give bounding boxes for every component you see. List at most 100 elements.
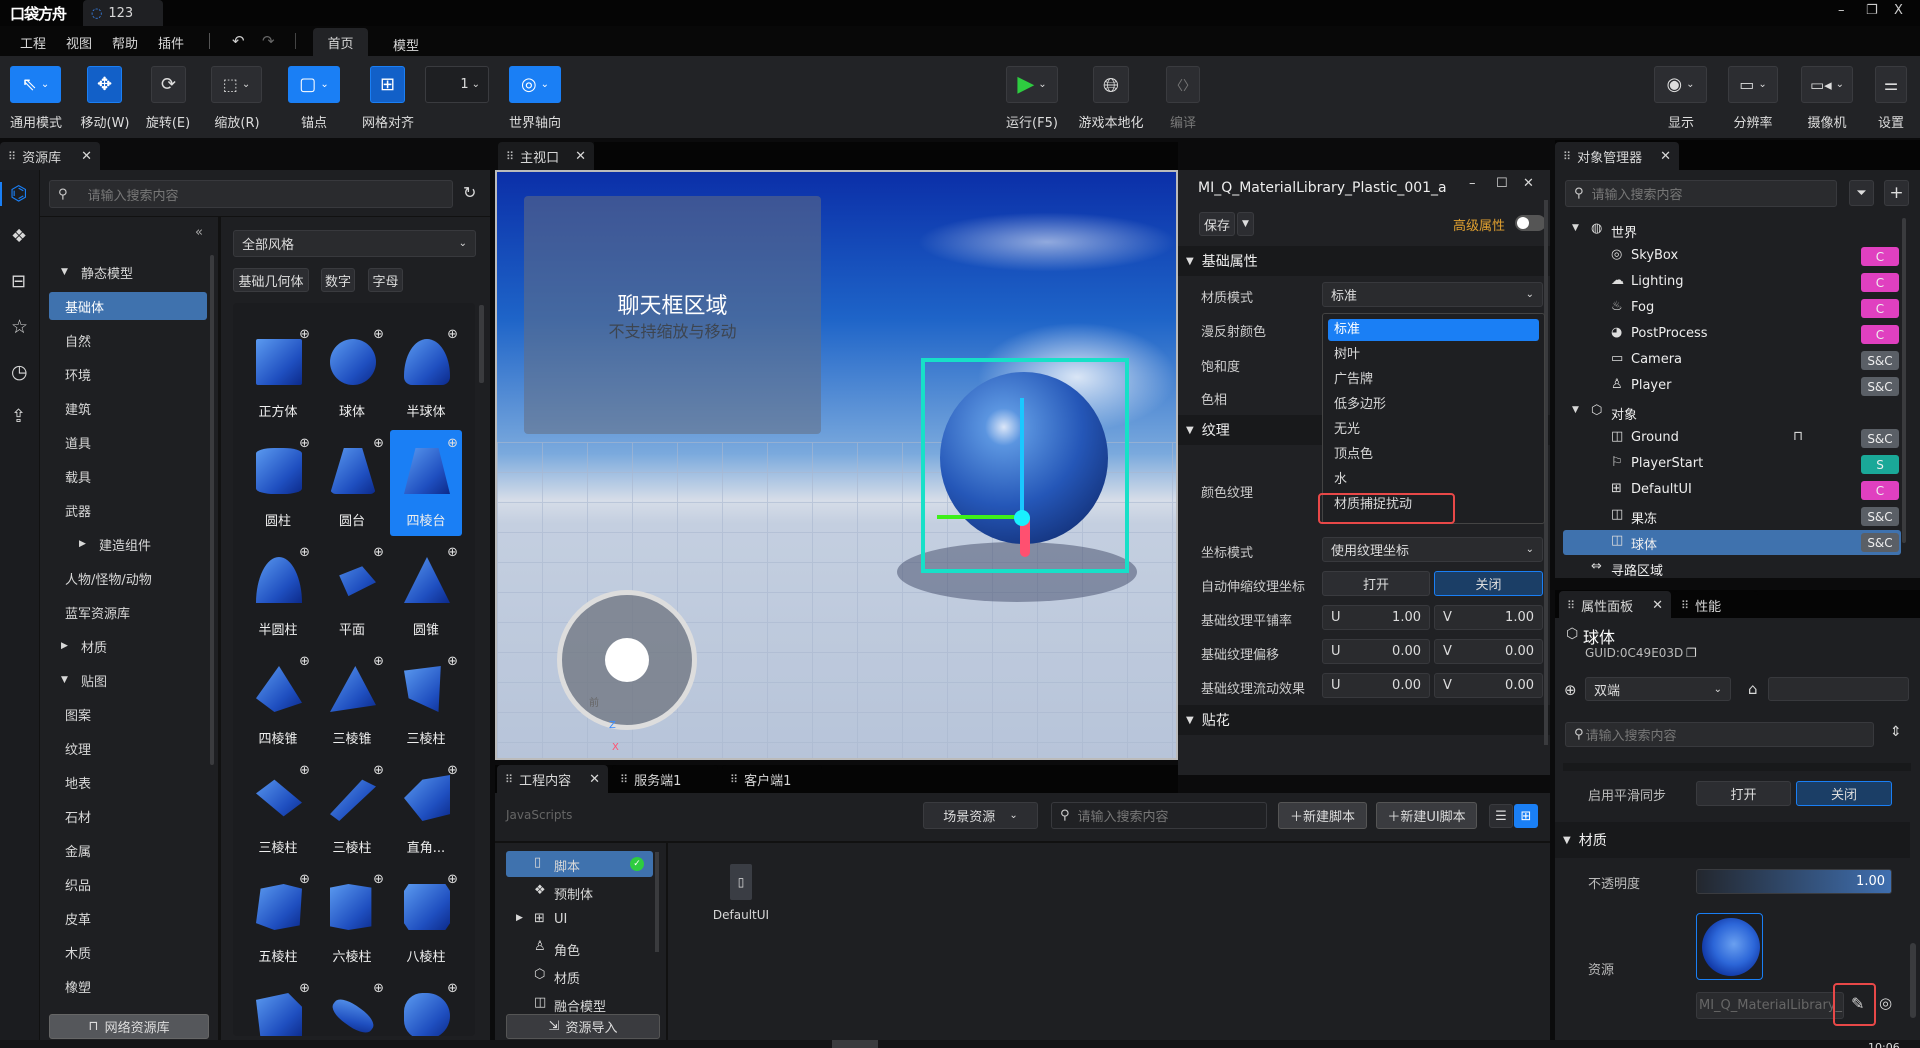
- close-icon[interactable]: ✕: [1523, 176, 1534, 191]
- asset-item[interactable]: ⊕ 直角...: [390, 757, 462, 863]
- zoom-in-icon[interactable]: ⊕: [299, 981, 310, 996]
- tab-main-viewport[interactable]: ⠿ 主视口 ✕: [498, 142, 594, 170]
- object-scrollbar[interactable]: [1902, 218, 1906, 543]
- category-UI[interactable]: ▶ ⊞ UI: [506, 907, 653, 933]
- project-tab[interactable]: ◌ 123: [83, 0, 163, 26]
- dropdown-option[interactable]: 低多边形: [1328, 394, 1539, 416]
- zoom-in-icon[interactable]: ⊕: [373, 327, 384, 342]
- dropdown-option[interactable]: 水: [1328, 469, 1539, 491]
- tree-item-皮革[interactable]: 皮革: [49, 904, 207, 932]
- tab-home[interactable]: 首页: [313, 28, 368, 56]
- drag-handle-icon[interactable]: ⠿: [1563, 150, 1571, 163]
- tree-item-地表[interactable]: 地表: [49, 768, 207, 796]
- dropdown-option[interactable]: 广告牌: [1328, 369, 1539, 391]
- asset-item[interactable]: ⊕ 平面: [316, 539, 388, 645]
- display-button[interactable]: ◉ ⌄: [1654, 66, 1707, 103]
- settings-button[interactable]: ⚌: [1875, 66, 1907, 103]
- zoom-in-icon[interactable]: ⊕: [447, 436, 458, 451]
- grid-snap-button[interactable]: ⊞: [370, 66, 405, 103]
- object-item-Ground[interactable]: ◫ Ground ⊓ S&C: [1563, 426, 1901, 451]
- split-divider[interactable]: [218, 216, 221, 1040]
- zoom-in-icon[interactable]: ⊕: [373, 654, 384, 669]
- file-item[interactable]: ▯ DefaultUI: [713, 858, 769, 938]
- add-object-button[interactable]: +: [1884, 180, 1909, 206]
- general-mode-button[interactable]: ⇖ ⌄: [10, 66, 61, 103]
- object-item-对象[interactable]: ▼ ⬡ 对象: [1563, 400, 1901, 425]
- asset-item[interactable]: ⊕ 圆锥: [390, 539, 462, 645]
- zoom-in-icon[interactable]: ⊕: [299, 763, 310, 778]
- collapse-all-icon[interactable]: ⇕: [1890, 724, 1902, 740]
- category-scrollbar[interactable]: [655, 852, 659, 952]
- zoom-in-icon[interactable]: ⊕: [447, 327, 458, 342]
- gizmo-x-axis[interactable]: [937, 515, 1023, 519]
- offset-u-input[interactable]: U 0.00: [1322, 639, 1430, 664]
- chip-basic-geometry[interactable]: 基础几何体: [233, 268, 309, 292]
- tree-item-人物/怪物/动物[interactable]: 人物/怪物/动物: [49, 564, 207, 592]
- save-options-dropdown[interactable]: ▼: [1237, 212, 1254, 236]
- category-材质[interactable]: ⬡ 材质: [506, 963, 653, 989]
- object-item-Fog[interactable]: ♨ Fog C: [1563, 296, 1901, 321]
- asset-item[interactable]: ⊕ 正方体: [242, 321, 314, 427]
- dropdown-option[interactable]: 树叶: [1328, 344, 1539, 366]
- tab-project-content[interactable]: ⠿ 工程内容 ✕: [497, 765, 608, 793]
- tab-object-manager[interactable]: ⠿ 对象管理器 ✕: [1555, 142, 1679, 170]
- menu-item-project[interactable]: 工程: [20, 33, 46, 52]
- tiling-v-input[interactable]: V 1.00: [1434, 605, 1543, 630]
- tree-item-橡塑[interactable]: 橡塑: [49, 972, 207, 1000]
- minimize-icon[interactable]: –: [1469, 176, 1476, 191]
- smooth-sync-off-button[interactable]: 关闭: [1796, 781, 1892, 806]
- asset-item[interactable]: ⊕ 四棱锥: [242, 648, 314, 754]
- auto-scale-off-button[interactable]: 关闭: [1434, 571, 1543, 596]
- asset-item[interactable]: ⊕: [242, 975, 314, 1036]
- opacity-slider[interactable]: 1.00: [1696, 869, 1892, 894]
- tree-item-建造组件[interactable]: ▶ 建造组件: [49, 530, 207, 558]
- menu-item-help[interactable]: 帮助: [112, 33, 138, 52]
- drag-handle-icon[interactable]: ⠿: [506, 150, 514, 163]
- zoom-in-icon[interactable]: ⊕: [373, 763, 384, 778]
- zoom-in-icon[interactable]: ⊕: [373, 436, 384, 451]
- advanced-toggle[interactable]: [1515, 215, 1546, 231]
- section-basic[interactable]: ▼ 基础属性: [1178, 246, 1550, 276]
- filter-button[interactable]: ⏷: [1849, 180, 1874, 206]
- object-item-世界[interactable]: ▼ ◍ 世界: [1563, 218, 1901, 243]
- drag-handle-icon[interactable]: ⠿: [620, 773, 628, 786]
- dropdown-option[interactable]: 标准: [1328, 319, 1539, 341]
- tree-item-道具[interactable]: 道具: [49, 428, 207, 456]
- asset-item[interactable]: ⊕ 五棱柱: [242, 866, 314, 972]
- tree-item-贴图[interactable]: ▼ 贴图: [49, 666, 207, 694]
- offset-v-input[interactable]: V 0.00: [1434, 639, 1543, 664]
- list-view-button[interactable]: ☰: [1489, 804, 1513, 828]
- zoom-in-icon[interactable]: ⊕: [299, 872, 310, 887]
- asset-item[interactable]: ⊕ 三棱柱: [316, 757, 388, 863]
- shapes-icon[interactable]: ⌬: [10, 181, 27, 205]
- tree-item-材质[interactable]: ▶ 材质: [49, 632, 207, 660]
- zoom-in-icon[interactable]: ⊕: [299, 436, 310, 451]
- maximize-icon[interactable]: ☐: [1496, 176, 1508, 191]
- object-item-Camera[interactable]: ▭ Camera S&C: [1563, 348, 1901, 373]
- object-item-球体[interactable]: ◫ 球体 S&C: [1563, 530, 1901, 555]
- zoom-in-icon[interactable]: ⊕: [299, 327, 310, 342]
- menu-item-plugins[interactable]: 插件: [158, 33, 184, 52]
- tree-item-石材[interactable]: 石材: [49, 802, 207, 830]
- gizmo-center[interactable]: [1014, 510, 1030, 526]
- properties-scrollbar[interactable]: [1910, 943, 1916, 1018]
- close-window-button[interactable]: X: [1894, 3, 1903, 18]
- components-icon[interactable]: ❖: [11, 226, 27, 247]
- object-item-果冻[interactable]: ◫ 果冻 S&C: [1563, 504, 1901, 529]
- category-脚本[interactable]: ▯ 脚本 ✓: [506, 851, 653, 877]
- flow-v-input[interactable]: V 0.00: [1434, 673, 1543, 698]
- refresh-icon[interactable]: ↻: [463, 183, 476, 202]
- tree-scrollbar[interactable]: [210, 255, 214, 765]
- material-thumbnail[interactable]: [1696, 913, 1763, 980]
- tree-item-载具[interactable]: 载具: [49, 462, 207, 490]
- property-search-input[interactable]: ⚲ 请输入搜索内容: [1565, 722, 1874, 747]
- new-script-button[interactable]: ＋新建脚本: [1278, 802, 1367, 829]
- save-button[interactable]: 保存: [1199, 212, 1235, 236]
- asset-item[interactable]: ⊕ 四棱台: [390, 430, 462, 536]
- tree-item-环境[interactable]: 环境: [49, 360, 207, 388]
- asset-item[interactable]: ⊕ 圆柱: [242, 430, 314, 536]
- asset-item[interactable]: ⊕ 三棱锥: [316, 648, 388, 754]
- object-item-Lighting[interactable]: ☁︎ Lighting C: [1563, 270, 1901, 295]
- object-item-寻路区域[interactable]: ⇔ 寻路区域: [1563, 556, 1901, 581]
- asset-item[interactable]: ⊕ 圆台: [316, 430, 388, 536]
